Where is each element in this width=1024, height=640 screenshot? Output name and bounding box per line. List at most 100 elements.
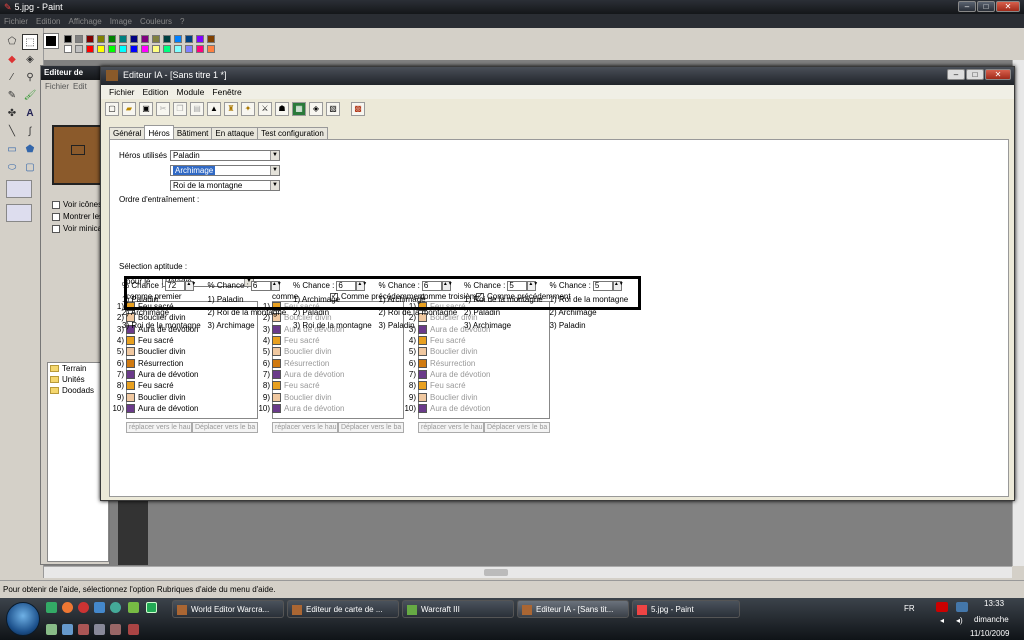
palette-swatch[interactable] [185,45,193,53]
hero-select-3[interactable]: Roi de la montagne ▼ [170,180,280,191]
tree-item-doodads[interactable]: Doodads [48,385,108,396]
checkbox-icon[interactable] [52,212,60,221]
palette-swatch[interactable] [130,35,138,43]
quicklaunch-7-icon[interactable] [146,602,157,613]
ati-icon[interactable] [936,602,948,612]
menu-help[interactable]: ? [176,17,188,26]
task-map-editor[interactable]: Editeur de carte de ... [287,600,399,618]
menu-fichier[interactable]: Fichier [0,17,32,26]
ia-minimize-button[interactable]: – [947,69,965,80]
tab-en-attaque[interactable]: En attaque [211,127,259,139]
ability-row[interactable]: 6) Résurrection [402,358,475,369]
move-down-button[interactable]: Déplacer vers le ba [338,422,404,433]
ability-row[interactable]: 9) Bouclier divin [110,391,186,402]
volume-icon[interactable]: ◂) [956,616,963,625]
palette-swatch[interactable] [141,45,149,53]
quicklaunch-10-icon[interactable] [78,624,89,635]
hscroll-thumb[interactable] [484,569,508,576]
minimize-button[interactable]: – [958,1,976,12]
ia-close-button[interactable]: ✕ [985,69,1011,80]
line-icon[interactable]: ╲ [4,124,20,140]
palette-swatch[interactable] [174,45,182,53]
firefox-icon[interactable] [62,602,73,613]
script-icon[interactable]: ▧ [326,102,340,116]
task-warcraft[interactable]: Warcraft III [402,600,514,618]
menu-affichage[interactable]: Affichage [64,17,105,26]
start-button[interactable] [6,602,40,636]
pencil-icon[interactable]: ✎ [4,88,20,104]
palette-swatch[interactable] [97,35,105,43]
menu-image[interactable]: Image [106,17,136,26]
rounded-rect-icon[interactable]: ▢ [22,160,38,176]
hero-icon[interactable]: ♜ [224,102,238,116]
palette-swatch[interactable] [75,35,83,43]
quicklaunch-12-icon[interactable] [110,624,121,635]
export-icon[interactable]: ▩ [351,102,365,116]
ia-menu-edition[interactable]: Edition [139,87,173,97]
ability-row[interactable]: 6) Résurrection [256,358,329,369]
curve-icon[interactable]: ∫ [22,124,38,140]
save-icon[interactable]: ▣ [139,102,153,116]
hero-select-2[interactable]: Archimage ▼ [170,165,280,176]
ability-row[interactable]: 5) Bouclier divin [110,346,186,357]
palette-swatch[interactable] [196,45,204,53]
task-world-editor[interactable]: World Editor Warcra... [172,600,284,618]
chance-spinner[interactable]: 5 ▲▼ [592,281,624,291]
palette-swatch[interactable] [163,35,171,43]
tree-item-terrain[interactable]: Terrain [48,363,108,374]
general-icon[interactable]: ▲ [207,102,221,116]
spinner-arrows-icon[interactable]: ▲▼ [270,281,282,291]
task-paint[interactable]: 5.jpg - Paint [632,600,740,618]
palette-swatch[interactable] [207,35,215,43]
move-up-button[interactable]: réplacer vers le hau [418,422,484,433]
current-color-swatch[interactable] [43,33,59,49]
quicklaunch-4-icon[interactable] [94,602,105,613]
move-up-button[interactable]: réplacer vers le hau [272,422,338,433]
chance-spinner[interactable]: 6 ▲▼ [421,281,453,291]
palette-swatch[interactable] [64,45,72,53]
we-check-show[interactable]: Montrer les [52,212,103,221]
new-icon[interactable]: ▢ [105,102,119,116]
ability-row[interactable]: 8) Feu sacré [110,380,174,391]
quicklaunch-13-icon[interactable] [128,624,139,635]
rectangle-icon[interactable]: ▭ [4,142,20,158]
ia-maximize-button[interactable]: □ [966,69,984,80]
move-up-button[interactable]: réplacer vers le hau [126,422,192,433]
palette-swatch[interactable] [64,35,72,43]
airbrush-icon[interactable]: ✤ [4,106,20,122]
magnifier-icon[interactable]: ⚲ [22,70,38,86]
ability-row[interactable]: 7) Aura de dévotion [402,369,491,380]
ability-row[interactable]: 4) Feu sacré [402,335,466,346]
attack-icon[interactable]: ⚔ [258,102,272,116]
text-icon[interactable]: A [22,106,38,122]
ability-row[interactable]: 7) Aura de dévotion [110,369,199,380]
palette-swatch[interactable] [174,35,182,43]
ability-row[interactable]: 7) Aura de dévotion [256,369,345,380]
ability-row[interactable]: 4) Feu sacré [110,335,174,346]
maximize-button[interactable]: □ [977,1,995,12]
palette-swatch[interactable] [207,45,215,53]
polygon-icon[interactable]: ⬟ [22,142,38,158]
ability-row[interactable]: 9) Bouclier divin [402,391,478,402]
we-check-icons[interactable]: Voir icônes [52,200,102,209]
chance-spinner[interactable]: 6 ▲▼ [336,281,367,291]
palette-swatch[interactable] [86,45,94,53]
rect-select-icon[interactable]: ⬚ [22,34,38,50]
ability-row[interactable]: 6) Résurrection [110,358,183,369]
palette-swatch[interactable] [141,35,149,43]
tab-heros[interactable]: Héros [144,125,174,139]
quicklaunch-8-icon[interactable] [46,624,57,635]
paste-icon[interactable]: ▤ [190,102,204,116]
checkbox-icon[interactable] [52,200,60,209]
tab-general[interactable]: Général [109,127,146,139]
move-down-button[interactable]: Déplacer vers le ba [192,422,258,433]
close-button[interactable]: ✕ [996,1,1020,12]
unit-icon[interactable]: ☗ [275,102,289,116]
we-check-minimap[interactable]: Voir minica [52,224,102,233]
clock-date[interactable]: 11/10/2009 [970,629,1009,638]
picker-icon[interactable]: ⁄ [4,70,20,86]
spinner-arrows-icon[interactable]: ▲▼ [185,281,196,291]
ia-menu-module[interactable]: Module [173,87,209,97]
quicklaunch-1-icon[interactable] [46,602,57,613]
copy-icon[interactable]: ❐ [173,102,187,116]
